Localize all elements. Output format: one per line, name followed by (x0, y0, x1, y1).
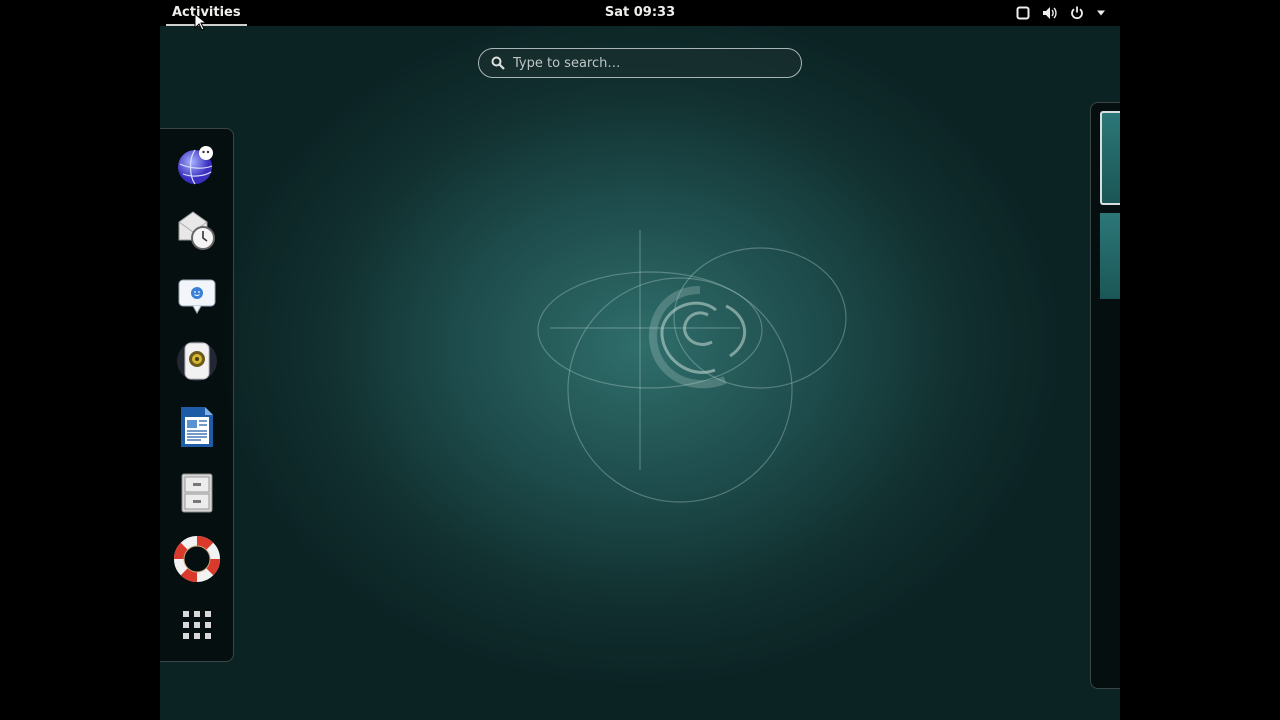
clock-label[interactable]: Sat 09:33 (605, 5, 675, 20)
dash-item-writer[interactable] (173, 403, 221, 451)
dash-item-mail-client[interactable] (173, 206, 221, 254)
power-icon[interactable] (1070, 6, 1084, 20)
search-input[interactable] (505, 54, 801, 72)
dash (160, 128, 234, 662)
menu-arrow-icon[interactable] (1096, 10, 1106, 16)
workspace-switcher (1090, 102, 1120, 689)
dash-item-file-manager[interactable] (173, 469, 221, 517)
mail-clock-icon (178, 211, 215, 250)
dash-item-web-browser[interactable] (173, 140, 221, 188)
search-entry[interactable] (478, 48, 802, 78)
activities-button[interactable]: Activities (166, 0, 247, 26)
globe-icon (178, 146, 213, 185)
document-icon (181, 407, 213, 447)
workspace-1-thumbnail[interactable] (1100, 111, 1120, 205)
lifebuoy-icon (174, 536, 220, 582)
debian-logo (537, 230, 847, 503)
window-icon[interactable] (1016, 6, 1030, 20)
chat-bubble-icon (178, 279, 216, 315)
workspace-2-thumbnail[interactable] (1100, 213, 1120, 299)
volume-icon[interactable] (1042, 6, 1058, 20)
app-grid-icon (183, 611, 211, 639)
dash-item-show-applications[interactable] (173, 601, 221, 649)
mouse-pointer-icon (194, 13, 206, 31)
desktop: Activities Sat 09:33 (160, 0, 1120, 720)
dash-item-help[interactable] (173, 535, 221, 583)
clock: Sat 09:33 (160, 0, 1120, 26)
speaker-icon (177, 341, 217, 381)
top-bar: Activities Sat 09:33 (160, 0, 1120, 26)
status-area[interactable] (1016, 0, 1106, 26)
filing-cabinet-icon (181, 473, 213, 513)
search-icon (491, 56, 505, 70)
dash-item-music-player[interactable] (173, 337, 221, 385)
dash-item-chat[interactable] (173, 272, 221, 320)
